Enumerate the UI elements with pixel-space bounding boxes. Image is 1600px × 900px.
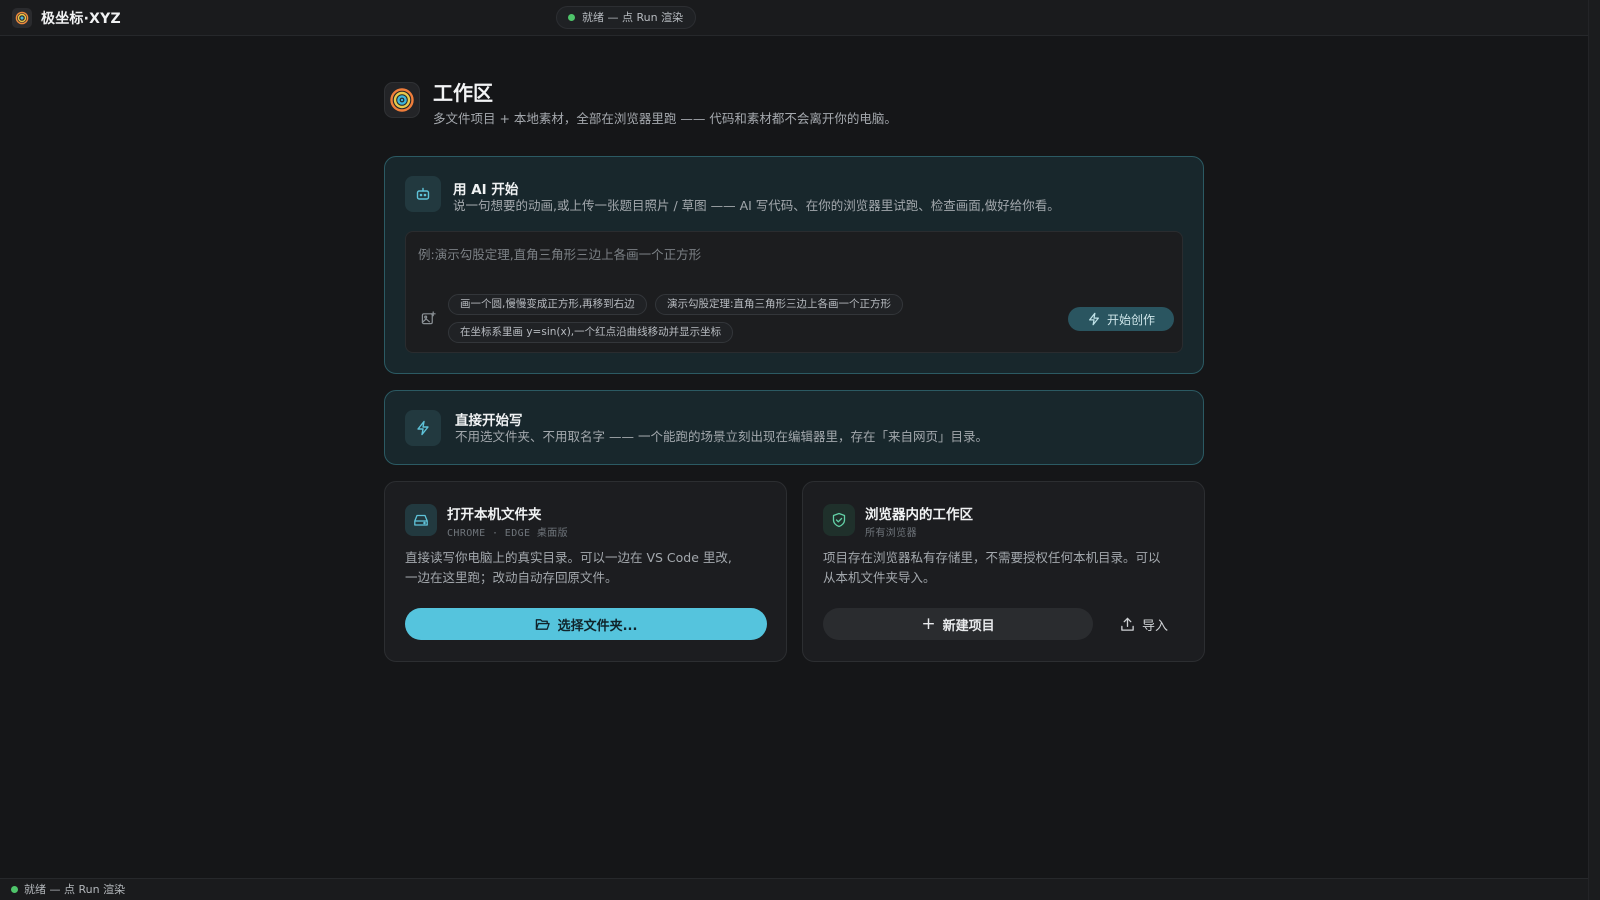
new-project-button[interactable]: + 新建项目	[823, 608, 1093, 640]
suggestion-chip[interactable]: 在坐标系里画 y=sin(x),一个红点沿曲线移动并显示坐标	[448, 322, 734, 343]
suggestion-chip[interactable]: 演示勾股定理:直角三角形三边上各画一个正方形	[655, 294, 904, 315]
app-name: 极坐标·XYZ	[41, 11, 121, 27]
local-folder-card: 打开本机文件夹 CHROME · EDGE 桌面版 直接读写你电脑上的真实目录。…	[384, 481, 787, 662]
direct-card-title: 直接开始写	[455, 413, 523, 429]
browser-workspace-title: 浏览器内的工作区	[865, 507, 973, 523]
start-create-label: 开始创作	[1106, 312, 1155, 327]
browser-workspace-meta: 所有浏览器	[865, 528, 917, 539]
app-root: 极坐标·XYZ 就绪 — 点 Run 渲染 工作区 多文件项目 + 本地素材，全…	[0, 0, 1600, 900]
page-header: 工作区 多文件项目 + 本地素材，全部在浏览器里跑 —— 代码和素材都不会离开你…	[384, 81, 897, 127]
top-bar: 极坐标·XYZ 就绪 — 点 Run 渲染	[0, 0, 1588, 36]
page-title: 工作区	[433, 81, 493, 105]
ai-card-title: 用 AI 开始	[453, 182, 519, 198]
choose-folder-button[interactable]: 选择文件夹...	[405, 608, 767, 640]
scrollbar[interactable]	[1588, 0, 1600, 900]
plus-icon: +	[921, 613, 936, 634]
brand[interactable]: 极坐标·XYZ	[12, 8, 121, 28]
description-line: 从本机文件夹导入。	[823, 570, 936, 585]
import-label: 导入	[1141, 618, 1168, 634]
status-dot-icon	[11, 886, 18, 893]
status-dot-icon	[568, 14, 575, 21]
local-folder-description: 直接读写你电脑上的真实目录。可以一边在 VS Code 里改, 一边在这里跑；改…	[405, 548, 732, 588]
ai-start-card: 用 AI 开始 说一句想要的动画,或上传一张题目照片 / 草图 —— AI 写代…	[384, 156, 1204, 374]
browser-workspace-card: 浏览器内的工作区 所有浏览器 项目存在浏览器私有存储里，不需要授权任何本机目录。…	[802, 481, 1205, 662]
direct-start-card[interactable]: 直接开始写 不用选文件夹、不用取名字 —— 一个能跑的场景立刻出现在编辑器里，存…	[384, 390, 1204, 465]
description-line: 项目存在浏览器私有存储里，不需要授权任何本机目录。可以	[823, 550, 1161, 565]
lightning-icon	[405, 410, 441, 446]
description-line: 一边在这里跑；改动自动存回原文件。	[405, 570, 618, 585]
prompt-box: 画一个圆,慢慢变成正方形,再移到右边 演示勾股定理:直角三角形三边上各画一个正方…	[405, 231, 1183, 353]
start-create-button[interactable]: 开始创作	[1068, 307, 1174, 331]
robot-icon	[405, 176, 441, 212]
suggestion-chip[interactable]: 画一个圆,慢慢变成正方形,再移到右边	[448, 294, 647, 315]
spiral-logo-icon	[384, 82, 420, 118]
shield-icon	[823, 504, 855, 536]
ai-card-description: 说一句想要的动画,或上传一张题目照片 / 草图 —— AI 写代码、在你的浏览器…	[453, 198, 1060, 213]
lightning-icon	[1088, 312, 1099, 326]
choose-folder-label: 选择文件夹...	[557, 618, 638, 634]
image-upload-icon[interactable]	[418, 308, 438, 328]
page-subtitle: 多文件项目 + 本地素材，全部在浏览器里跑 —— 代码和素材都不会离开你的电脑。	[433, 111, 897, 126]
browser-workspace-description: 项目存在浏览器私有存储里，不需要授权任何本机目录。可以 从本机文件夹导入。	[823, 548, 1161, 588]
upload-icon	[1121, 617, 1134, 631]
new-project-label: 新建项目	[942, 618, 995, 634]
import-button[interactable]: 导入	[1111, 608, 1177, 640]
folder-open-icon	[535, 618, 550, 630]
direct-card-description: 不用选文件夹、不用取名字 —— 一个能跑的场景立刻出现在编辑器里，存在「来自网页…	[455, 429, 988, 444]
prompt-input[interactable]	[418, 244, 1168, 284]
status-bar: 就绪 — 点 Run 渲染	[0, 878, 1588, 900]
drive-icon	[405, 504, 437, 536]
description-line: 直接读写你电脑上的真实目录。可以一边在 VS Code 里改,	[405, 550, 732, 565]
status-bar-text: 就绪 — 点 Run 渲染	[24, 883, 126, 896]
status-text: 就绪 — 点 Run 渲染	[582, 11, 684, 24]
spiral-logo-icon	[12, 8, 32, 28]
local-folder-meta: CHROME · EDGE 桌面版	[447, 528, 569, 539]
local-folder-title: 打开本机文件夹	[447, 507, 542, 523]
status-pill: 就绪 — 点 Run 渲染	[556, 6, 697, 29]
